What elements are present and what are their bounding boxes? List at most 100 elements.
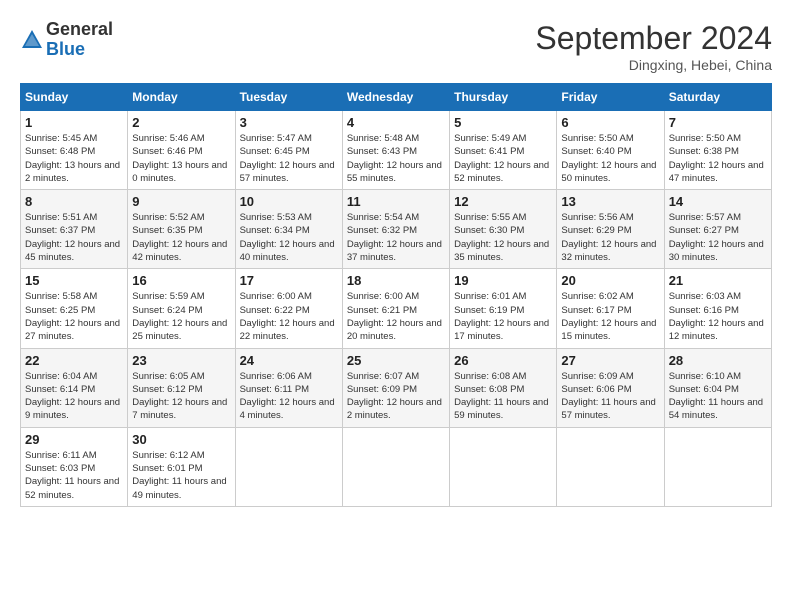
day-info: Sunrise: 5:57 AMSunset: 6:27 PMDaylight:… bbox=[669, 211, 767, 264]
calendar-cell: 17Sunrise: 6:00 AMSunset: 6:22 PMDayligh… bbox=[235, 269, 342, 348]
calendar-cell: 21 Sunrise: 6:03 AMSunset: 6:16 PMDayligh… bbox=[664, 269, 771, 348]
day-info: Sunrise: 5:55 AMSunset: 6:30 PMDaylight:… bbox=[454, 211, 552, 264]
day-number: 30 bbox=[132, 432, 230, 447]
day-info: Sunrise: 5:51 AMSunset: 6:37 PMDaylight:… bbox=[25, 211, 123, 264]
calendar-cell: 3 Sunrise: 5:47 AMSunset: 6:45 PMDaylight… bbox=[235, 111, 342, 190]
calendar-cell: 13 Sunrise: 5:56 AMSunset: 6:29 PMDayligh… bbox=[557, 190, 664, 269]
calendar-cell: 9 Sunrise: 5:52 AMSunset: 6:35 PMDaylight… bbox=[128, 190, 235, 269]
page-header: General Blue September 2024 Dingxing, He… bbox=[20, 20, 772, 73]
day-number: 18 bbox=[347, 273, 445, 288]
location: Dingxing, Hebei, China bbox=[535, 57, 772, 73]
day-info: Sunrise: 5:47 AMSunset: 6:45 PMDaylight:… bbox=[240, 132, 338, 185]
month-title: September 2024 bbox=[535, 20, 772, 57]
calendar-day-header: Saturday bbox=[664, 84, 771, 111]
calendar-cell: 12 Sunrise: 5:55 AMSunset: 6:30 PMDayligh… bbox=[450, 190, 557, 269]
calendar-cell: 1Sunrise: 5:45 AMSunset: 6:48 PMDaylight… bbox=[21, 111, 128, 190]
calendar-day-header: Monday bbox=[128, 84, 235, 111]
day-number: 3 bbox=[240, 115, 338, 130]
calendar-cell: 2 Sunrise: 5:46 AMSunset: 6:46 PMDaylight… bbox=[128, 111, 235, 190]
day-info: Sunrise: 5:49 AMSunset: 6:41 PMDaylight:… bbox=[454, 132, 552, 185]
calendar-week-row: 29 Sunrise: 6:11 AMSunset: 6:03 PMDayligh… bbox=[21, 427, 772, 506]
day-number: 26 bbox=[454, 353, 552, 368]
day-number: 13 bbox=[561, 194, 659, 209]
day-info: Sunrise: 5:45 AMSunset: 6:48 PMDaylight:… bbox=[25, 132, 123, 185]
day-number: 9 bbox=[132, 194, 230, 209]
day-number: 16 bbox=[132, 273, 230, 288]
day-number: 6 bbox=[561, 115, 659, 130]
calendar-cell: 24 Sunrise: 6:06 AMSunset: 6:11 PMDayligh… bbox=[235, 348, 342, 427]
day-number: 28 bbox=[669, 353, 767, 368]
day-number: 21 bbox=[669, 273, 767, 288]
calendar-cell: 26Sunrise: 6:08 AMSunset: 6:08 PMDayligh… bbox=[450, 348, 557, 427]
calendar-cell: 7 Sunrise: 5:50 AMSunset: 6:38 PMDaylight… bbox=[664, 111, 771, 190]
logo: General Blue bbox=[20, 20, 113, 60]
calendar-table: SundayMondayTuesdayWednesdayThursdayFrid… bbox=[20, 83, 772, 507]
day-number: 8 bbox=[25, 194, 123, 209]
day-info: Sunrise: 5:54 AMSunset: 6:32 PMDaylight:… bbox=[347, 211, 445, 264]
title-block: September 2024 Dingxing, Hebei, China bbox=[535, 20, 772, 73]
day-info: Sunrise: 6:10 AMSunset: 6:04 PMDaylight:… bbox=[669, 370, 767, 423]
day-info: Sunrise: 6:07 AMSunset: 6:09 PMDaylight:… bbox=[347, 370, 445, 423]
day-number: 14 bbox=[669, 194, 767, 209]
day-number: 25 bbox=[347, 353, 445, 368]
calendar-week-row: 15 Sunrise: 5:58 AMSunset: 6:25 PMDayligh… bbox=[21, 269, 772, 348]
day-number: 7 bbox=[669, 115, 767, 130]
calendar-cell: 25 Sunrise: 6:07 AMSunset: 6:09 PMDayligh… bbox=[342, 348, 449, 427]
day-info: Sunrise: 6:06 AMSunset: 6:11 PMDaylight:… bbox=[240, 370, 338, 423]
day-number: 24 bbox=[240, 353, 338, 368]
calendar-cell bbox=[235, 427, 342, 506]
calendar-day-header: Friday bbox=[557, 84, 664, 111]
calendar-cell: 30 Sunrise: 6:12 AMSunset: 6:01 PMDayligh… bbox=[128, 427, 235, 506]
day-number: 19 bbox=[454, 273, 552, 288]
day-info: Sunrise: 6:03 AMSunset: 6:16 PMDaylight:… bbox=[669, 290, 767, 343]
day-number: 10 bbox=[240, 194, 338, 209]
calendar-body: 1Sunrise: 5:45 AMSunset: 6:48 PMDaylight… bbox=[21, 111, 772, 507]
calendar-day-header: Tuesday bbox=[235, 84, 342, 111]
day-number: 15 bbox=[25, 273, 123, 288]
day-number: 17 bbox=[240, 273, 338, 288]
day-number: 29 bbox=[25, 432, 123, 447]
day-info: Sunrise: 5:50 AMSunset: 6:38 PMDaylight:… bbox=[669, 132, 767, 185]
calendar-day-header: Sunday bbox=[21, 84, 128, 111]
calendar-cell bbox=[450, 427, 557, 506]
calendar-cell: 19 Sunrise: 6:01 AMSunset: 6:19 PMDayligh… bbox=[450, 269, 557, 348]
day-number: 2 bbox=[132, 115, 230, 130]
calendar-week-row: 8 Sunrise: 5:51 AMSunset: 6:37 PMDaylight… bbox=[21, 190, 772, 269]
logo-icon bbox=[20, 28, 44, 52]
logo-general-text: General bbox=[46, 20, 113, 40]
calendar-cell: 20 Sunrise: 6:02 AMSunset: 6:17 PMDayligh… bbox=[557, 269, 664, 348]
calendar-cell: 16Sunrise: 5:59 AMSunset: 6:24 PMDayligh… bbox=[128, 269, 235, 348]
day-number: 20 bbox=[561, 273, 659, 288]
calendar-week-row: 1Sunrise: 5:45 AMSunset: 6:48 PMDaylight… bbox=[21, 111, 772, 190]
day-info: Sunrise: 5:52 AMSunset: 6:35 PMDaylight:… bbox=[132, 211, 230, 264]
day-number: 22 bbox=[25, 353, 123, 368]
day-info: Sunrise: 6:04 AMSunset: 6:14 PMDaylight:… bbox=[25, 370, 123, 423]
calendar-cell: 29 Sunrise: 6:11 AMSunset: 6:03 PMDayligh… bbox=[21, 427, 128, 506]
calendar-cell: 22 Sunrise: 6:04 AMSunset: 6:14 PMDayligh… bbox=[21, 348, 128, 427]
calendar-week-row: 22 Sunrise: 6:04 AMSunset: 6:14 PMDayligh… bbox=[21, 348, 772, 427]
day-number: 11 bbox=[347, 194, 445, 209]
calendar-cell: 23Sunrise: 6:05 AMSunset: 6:12 PMDayligh… bbox=[128, 348, 235, 427]
day-number: 12 bbox=[454, 194, 552, 209]
calendar-cell: 4Sunrise: 5:48 AMSunset: 6:43 PMDaylight… bbox=[342, 111, 449, 190]
day-info: Sunrise: 6:02 AMSunset: 6:17 PMDaylight:… bbox=[561, 290, 659, 343]
logo-blue-text: Blue bbox=[46, 40, 113, 60]
calendar-cell: 14 Sunrise: 5:57 AMSunset: 6:27 PMDayligh… bbox=[664, 190, 771, 269]
day-info: Sunrise: 5:46 AMSunset: 6:46 PMDaylight:… bbox=[132, 132, 230, 185]
day-info: Sunrise: 5:56 AMSunset: 6:29 PMDaylight:… bbox=[561, 211, 659, 264]
day-info: Sunrise: 6:12 AMSunset: 6:01 PMDaylight:… bbox=[132, 449, 230, 502]
calendar-cell: 11 Sunrise: 5:54 AMSunset: 6:32 PMDayligh… bbox=[342, 190, 449, 269]
day-info: Sunrise: 5:48 AMSunset: 6:43 PMDaylight:… bbox=[347, 132, 445, 185]
calendar-cell: 6 Sunrise: 5:50 AMSunset: 6:40 PMDaylight… bbox=[557, 111, 664, 190]
calendar-cell: 18 Sunrise: 6:00 AMSunset: 6:21 PMDayligh… bbox=[342, 269, 449, 348]
calendar-cell: 28 Sunrise: 6:10 AMSunset: 6:04 PMDayligh… bbox=[664, 348, 771, 427]
day-info: Sunrise: 5:58 AMSunset: 6:25 PMDaylight:… bbox=[25, 290, 123, 343]
day-number: 23 bbox=[132, 353, 230, 368]
day-info: Sunrise: 6:09 AMSunset: 6:06 PMDaylight:… bbox=[561, 370, 659, 423]
day-info: Sunrise: 6:01 AMSunset: 6:19 PMDaylight:… bbox=[454, 290, 552, 343]
day-info: Sunrise: 5:50 AMSunset: 6:40 PMDaylight:… bbox=[561, 132, 659, 185]
calendar-cell bbox=[342, 427, 449, 506]
day-info: Sunrise: 6:11 AMSunset: 6:03 PMDaylight:… bbox=[25, 449, 123, 502]
calendar-cell: 27Sunrise: 6:09 AMSunset: 6:06 PMDayligh… bbox=[557, 348, 664, 427]
day-info: Sunrise: 6:00 AMSunset: 6:21 PMDaylight:… bbox=[347, 290, 445, 343]
